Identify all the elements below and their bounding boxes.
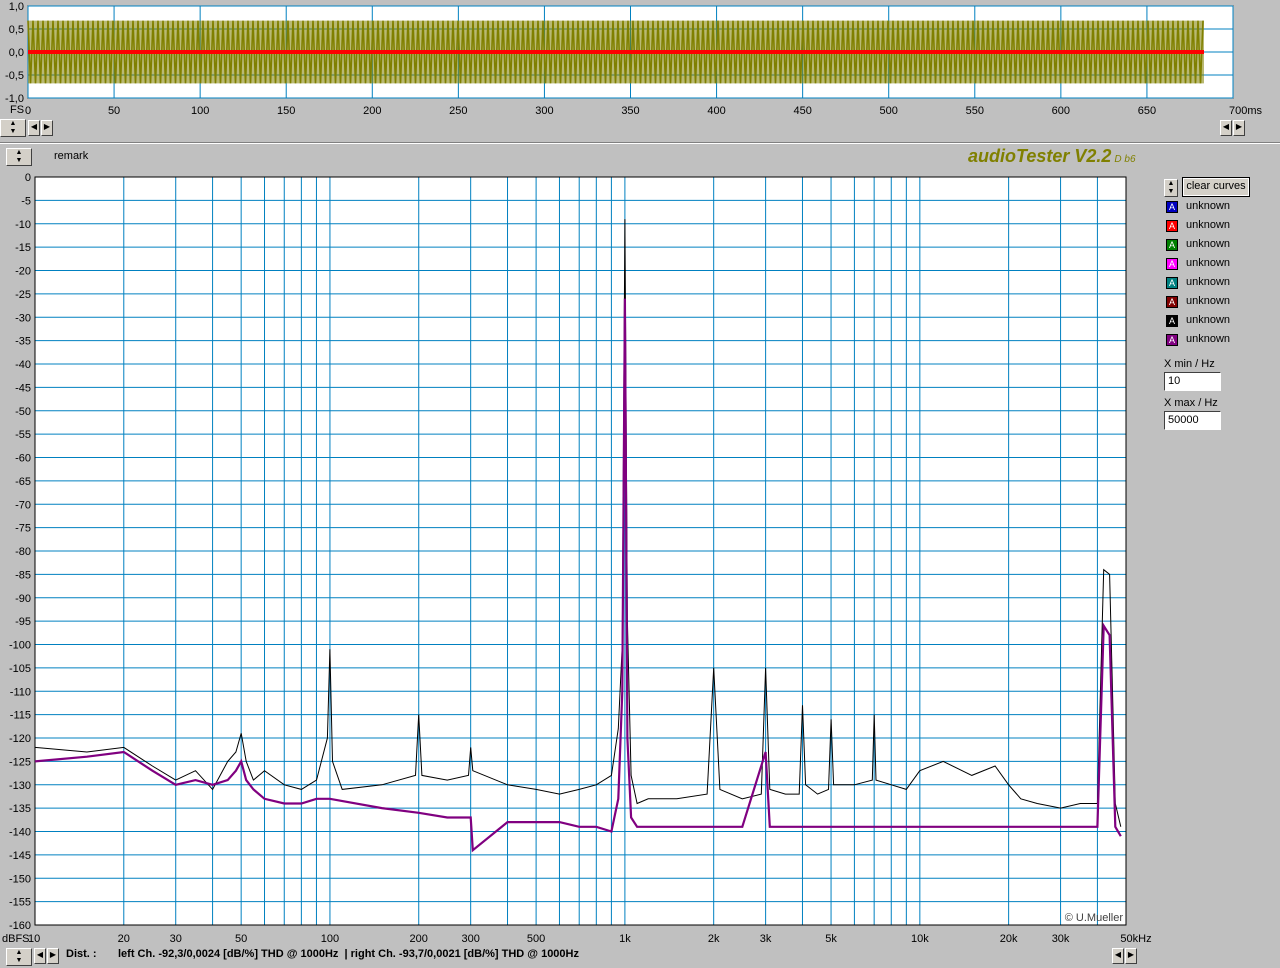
spectrum-y-tick-label: -125: [9, 756, 31, 768]
spectrum-y-tick-label: -70: [15, 499, 31, 511]
legend-label: unknown: [1186, 295, 1231, 307]
spin-up-icon[interactable]: ▲: [1165, 180, 1177, 188]
scope-pan-left-button[interactable]: ◀: [1220, 120, 1232, 136]
xmin-field[interactable]: 10: [1164, 372, 1221, 391]
spectrum-y-tick-label: -5: [21, 195, 31, 207]
triangle-icon[interactable]: A: [1166, 277, 1178, 289]
spectrum-plot: 0 -5 -10 -15 -20 -25 -30 -35 -40 -45 -50 -55 -60 -65 -…: [2, 172, 1152, 945]
legend-label: unknown: [1186, 333, 1231, 345]
spectrum-y-tick-label: -120: [9, 733, 31, 745]
spectrum-y-tick-label: -30: [15, 312, 31, 324]
spectrum-y-tick-label: -135: [9, 803, 31, 815]
spectrum-pan-left-button[interactable]: ◀: [1112, 948, 1124, 964]
xmin-label: X min / Hz: [1164, 358, 1215, 370]
triangle-icon[interactable]: A: [1166, 334, 1178, 346]
dist-label: Dist. :: [66, 948, 97, 960]
spectrum-x-tick-label: 10k: [911, 933, 929, 945]
scope-x-tick-label: 700ms: [1229, 105, 1263, 117]
spectrum-x-tick-label: 300: [461, 933, 479, 945]
spectrum-x-tick-label: 200: [410, 933, 428, 945]
spectrum-y-tick-label: -110: [10, 686, 31, 698]
spectrum-x-tick-label: 5k: [825, 933, 837, 945]
spectrum-y-tick-label: -105: [9, 663, 31, 675]
spectrum-y-tick-label: -145: [9, 850, 31, 862]
spectrum-y-tick-label: -90: [15, 593, 31, 605]
status-spinner[interactable]: ▲ ▼: [6, 948, 32, 966]
legend-label: unknown: [1186, 257, 1231, 269]
spectrum-x-tick-label: 30: [170, 933, 182, 945]
spectrum-y-tick-label: -10: [15, 219, 31, 231]
xmax-field[interactable]: 50000: [1164, 411, 1221, 430]
spectrum-y-tick-label: -155: [9, 897, 31, 909]
spectrum-y-tick-label: 0: [25, 172, 31, 184]
spectrum-y-tick-label: -50: [15, 406, 31, 418]
spectrum-y-tick-label: -160: [9, 920, 31, 932]
legend-label: unknown: [1186, 219, 1231, 231]
triangle-icon[interactable]: A: [1166, 296, 1178, 308]
status-scroll-right-button[interactable]: ▶: [47, 948, 59, 964]
spectrum-x-tick-label: 30k: [1052, 933, 1070, 945]
spectrum-x-tick-label: 500: [527, 933, 545, 945]
spectrum-x-tick-label: 20k: [1000, 933, 1018, 945]
spin-down-icon[interactable]: ▼: [7, 957, 31, 965]
spin-down-icon[interactable]: ▼: [1165, 188, 1177, 196]
spectrum-x-tick-label: 50kHz: [1120, 933, 1151, 945]
spectrum-y-tick-label: -60: [15, 453, 31, 465]
spectrum-y-tick-label: -85: [15, 569, 31, 581]
spectrum-x-tick-label: 3k: [760, 933, 772, 945]
spectrum-y-tick-label: -15: [15, 242, 31, 254]
spectrum-x-tick-label: 2k: [708, 933, 720, 945]
legend-label: unknown: [1186, 238, 1231, 250]
spectrum-y-tick-label: -75: [15, 523, 31, 535]
spectrum-y-tick-label: -95: [15, 616, 31, 628]
dist-text: left Ch. -92,3/0,0024 [dB/%] THD @ 1000H…: [118, 948, 579, 960]
triangle-icon[interactable]: A: [1166, 258, 1178, 270]
legend-label: unknown: [1186, 276, 1231, 288]
triangle-icon[interactable]: A: [1166, 201, 1178, 213]
spectrum-y-tick-label: -140: [9, 827, 31, 839]
scope-pan-right-button[interactable]: ▶: [1233, 120, 1245, 136]
scope-scroll-right[interactable]: ◀ ▶: [1220, 119, 1250, 137]
legend-label: unknown: [1186, 200, 1231, 212]
triangle-icon[interactable]: A: [1166, 220, 1178, 232]
triangle-icon[interactable]: A: [1166, 315, 1178, 327]
spectrum-y-tick-label: -45: [15, 382, 31, 394]
legend-label: unknown: [1186, 314, 1231, 326]
clear-curves-button[interactable]: clear curves: [1182, 177, 1250, 197]
status-scroll-left-button[interactable]: ◀: [34, 948, 46, 964]
copyright-label: © U.Mueller: [1065, 912, 1124, 924]
spectrum-x-tick-label: 1k: [619, 933, 631, 945]
spectrum-y-tick-label: -80: [15, 546, 31, 558]
spectrum-y-tick-label: -55: [15, 429, 31, 441]
spectrum-y-tick-label: -20: [15, 266, 31, 278]
spectrum-y-tick-label: -35: [15, 336, 31, 348]
spectrum-y-tick-label: -150: [9, 873, 31, 885]
spectrum-y-unit-label: dBFS: [2, 933, 30, 945]
spectrum-y-tick-label: -130: [9, 780, 31, 792]
legend-spinner[interactable]: ▲ ▼: [1164, 179, 1178, 197]
triangle-icon[interactable]: A: [1166, 239, 1178, 251]
spectrum-x-tick-label: 100: [321, 933, 339, 945]
spectrum-x-tick-label: 20: [118, 933, 130, 945]
spectrum-x-tick-label: 10: [28, 933, 40, 945]
spectrum-y-tick-label: -100: [9, 640, 31, 652]
xmax-label: X max / Hz: [1164, 397, 1218, 409]
spectrum-y-tick-label: -115: [10, 710, 31, 722]
spectrum-y-tick-label: -25: [15, 289, 31, 301]
spectrum-y-tick-label: -65: [15, 476, 31, 488]
spectrum-x-tick-label: 50: [235, 933, 247, 945]
spectrum-pan-right-button[interactable]: ▶: [1125, 948, 1137, 964]
spectrum-y-tick-label: -40: [15, 359, 31, 371]
spin-up-icon[interactable]: ▲: [7, 949, 31, 957]
